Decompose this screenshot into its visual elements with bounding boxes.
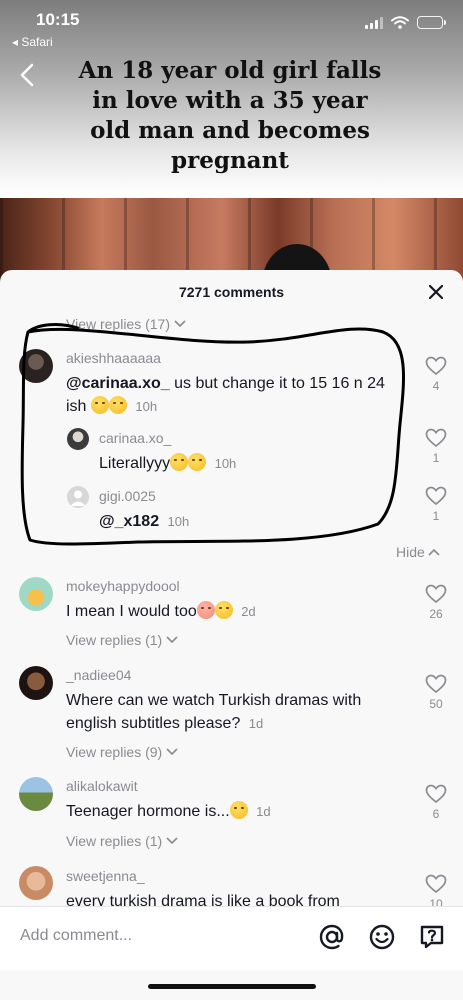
back-chevron-icon[interactable]	[16, 60, 40, 90]
comment-time: 10h	[135, 399, 158, 414]
back-to-safari-link[interactable]: ◂ Safari	[12, 35, 53, 49]
battery-icon	[417, 16, 446, 29]
comments-list: View replies (17) akieshhaaaaaa @carinaa…	[0, 314, 463, 906]
like-count: 1	[432, 451, 440, 465]
relieved-emoji-icon	[188, 453, 207, 471]
comment-username[interactable]: alikalokawit	[66, 778, 138, 794]
view-replies-link[interactable]: View replies (9)	[66, 744, 178, 760]
comment-mention[interactable]: @carinaa.xo_	[66, 375, 170, 392]
chevron-down-icon	[166, 748, 178, 756]
heart-icon	[425, 584, 447, 604]
avatar[interactable]	[19, 349, 53, 383]
like-button[interactable]: 10	[424, 874, 448, 906]
signal-icon	[365, 16, 383, 29]
chevron-up-icon	[428, 548, 440, 556]
view-replies-link[interactable]: View replies (1)	[66, 632, 178, 648]
video-title: An 18 year old girl falls in love with a…	[78, 57, 382, 174]
like-count: 26	[429, 607, 443, 621]
like-count: 50	[429, 697, 443, 711]
like-button[interactable]: 50	[424, 674, 448, 711]
avatar[interactable]	[19, 777, 53, 811]
comment-time: 2d	[241, 604, 256, 619]
like-count: 1	[432, 509, 440, 523]
reply-text: @_x182 10h	[99, 510, 389, 533]
emoji-icon[interactable]	[368, 923, 396, 951]
heart-icon	[425, 486, 447, 506]
relieved-emoji-icon	[170, 453, 189, 471]
relieved-emoji-icon	[90, 396, 109, 414]
comment-username[interactable]: akieshhaaaaaa	[66, 350, 161, 366]
heart-icon	[425, 356, 447, 376]
like-count: 6	[432, 807, 440, 821]
reply-username[interactable]: gigi.0025	[99, 488, 156, 504]
comment-time: 1d	[248, 716, 264, 731]
avatar[interactable]	[67, 428, 89, 450]
smiling-hearts-emoji-icon	[196, 601, 215, 619]
comment-text: I mean I would too 2d	[66, 601, 256, 620]
at-sign-icon[interactable]	[318, 923, 346, 951]
like-count: 10	[429, 897, 443, 906]
chevron-down-icon	[166, 837, 178, 845]
avatar[interactable]	[19, 666, 53, 700]
comment-username[interactable]: _nadiee04	[66, 667, 131, 683]
question-icon[interactable]	[418, 923, 446, 951]
heart-icon	[425, 874, 447, 894]
add-comment-input[interactable]: Add comment...	[20, 927, 132, 945]
like-button[interactable]: 6	[424, 784, 448, 821]
comment-time: 1d	[256, 804, 271, 819]
grimace-emoji-icon	[108, 396, 127, 414]
comment-text: every turkish drama is like a book from	[66, 893, 340, 906]
avatar[interactable]	[19, 577, 53, 611]
comment-username[interactable]: mokeyhappydoool	[66, 578, 180, 594]
flushed-emoji-icon	[229, 801, 248, 819]
heart-icon	[425, 784, 447, 804]
like-button[interactable]: 26	[424, 584, 448, 621]
comment-text: Teenager hormone is... 1d	[66, 801, 271, 820]
comments-header: 7271 comments	[0, 270, 463, 314]
comments-sheet: 7271 comments View replies (17) akieshha…	[0, 270, 463, 1000]
video-background: An 18 year old girl falls in love with a…	[0, 0, 463, 300]
avatar[interactable]	[19, 866, 53, 900]
comment-text: @carinaa.xo_ us but change it to 15 16 n…	[66, 375, 385, 415]
view-replies-link[interactable]: View replies (17)	[66, 316, 186, 332]
reply-username[interactable]: carinaa.xo_	[99, 430, 171, 446]
like-button[interactable]: 4	[424, 356, 448, 393]
home-indicator[interactable]	[148, 984, 316, 989]
heart-icon	[425, 674, 447, 694]
default-avatar-icon	[70, 490, 86, 506]
comment-text: Where can we watch Turkish dramas with e…	[66, 692, 362, 732]
status-indicators	[365, 16, 446, 29]
hide-replies-button[interactable]: Hide	[396, 544, 440, 560]
chevron-down-icon	[166, 636, 178, 644]
wifi-icon	[391, 16, 409, 29]
close-icon[interactable]	[427, 283, 445, 301]
reply-time: 10h	[167, 514, 190, 529]
flushed-emoji-icon	[214, 601, 233, 619]
view-replies-link[interactable]: View replies (1)	[66, 833, 178, 849]
comment-input-bar: Add comment...	[0, 906, 463, 970]
comments-count-title: 7271 comments	[178, 284, 285, 300]
like-count: 4	[432, 379, 440, 393]
reply-mention[interactable]: @_x182	[99, 513, 159, 530]
status-time: 10:15	[36, 10, 80, 29]
reply-text: Literallyyy 10h	[99, 453, 237, 472]
chevron-down-icon	[174, 320, 186, 328]
like-button[interactable]: 1	[424, 486, 448, 523]
comment-username[interactable]: sweetjenna_	[66, 868, 145, 884]
like-button[interactable]: 1	[424, 428, 448, 465]
heart-icon	[425, 428, 447, 448]
avatar[interactable]	[67, 486, 89, 508]
reply-time: 10h	[214, 456, 237, 471]
